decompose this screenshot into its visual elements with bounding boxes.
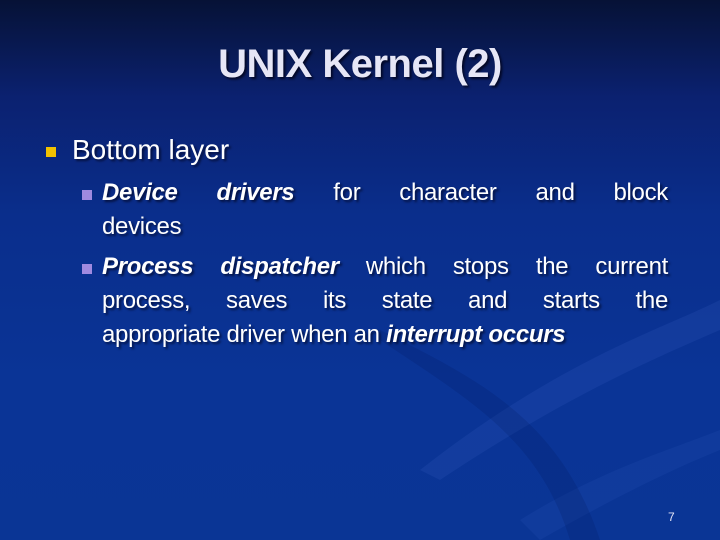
body-text: process, saves its state and starts the (102, 287, 668, 314)
slide-title: UNIX Kernel (2) (218, 42, 502, 86)
sub-bullet-process-dispatcher: Process dispatcher which stops the curre… (82, 250, 668, 352)
body-text: which stops the current (338, 253, 668, 280)
emphasis-text: Process dispatcher (102, 253, 339, 280)
square-bullet-icon (82, 264, 92, 274)
body-text: appropriate driver when an (102, 321, 387, 348)
line: appropriate driver when an interrupt occ… (102, 321, 566, 348)
emphasis-text: interrupt occurs (386, 321, 566, 348)
square-bullet-icon (46, 147, 56, 157)
square-bullet-icon (82, 190, 92, 200)
emphasis-text: Device drivers (102, 179, 295, 206)
bullet-label: Bottom layer (72, 134, 230, 165)
slide: UNIX Kernel (2) Bottom layer Device driv… (0, 0, 720, 540)
sub-bullet-device-drivers: Device drivers for character and block d… (82, 176, 668, 244)
line: Device drivers for character and block (102, 176, 668, 210)
page-number: 7 (668, 510, 675, 524)
line: Process dispatcher which stops the curre… (102, 250, 668, 284)
body-text: for character and block (294, 179, 669, 206)
body-text: devices (102, 213, 182, 240)
